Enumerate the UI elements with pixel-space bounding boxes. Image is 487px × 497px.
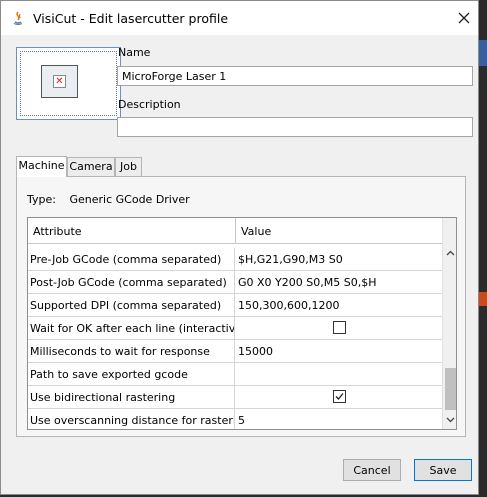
save-button[interactable]: Save (414, 459, 472, 481)
attribute-cell: Wait for OK after each line (interactive… (28, 317, 235, 339)
name-field[interactable]: MicroForge Laser 1 (117, 66, 473, 86)
close-button[interactable] (449, 5, 479, 31)
table-body: Pre-Job GCode (comma separated) $H,G21,G… (28, 248, 442, 429)
column-header-attribute[interactable]: Attribute (33, 225, 82, 238)
attribute-cell: Pre-Job GCode (comma separated) (28, 248, 235, 270)
column-divider (235, 218, 236, 244)
table-row[interactable]: Pre-Job GCode (comma separated) $H,G21,G… (28, 248, 442, 271)
value-cell[interactable]: 5 (236, 409, 442, 429)
attribute-cell: Use overscanning distance for rastering (28, 409, 235, 429)
table-row[interactable]: Supported DPI (comma separated) 150,300,… (28, 294, 442, 317)
type-label: Type: (27, 193, 56, 206)
dialog-content: ✕ Name MicroForge Laser 1 Description Ma… (1, 35, 478, 494)
name-label: Name (118, 46, 151, 59)
tab-camera[interactable]: Camera (67, 157, 115, 176)
value-cell (236, 317, 442, 339)
tab-machine[interactable]: Machine (16, 156, 67, 177)
table-row[interactable]: Post-Job GCode (comma separated) G0 X0 Y… (28, 271, 442, 294)
value-cell[interactable]: $H,G21,G90,M3 S0 (236, 248, 442, 270)
tab-job[interactable]: Job (115, 157, 142, 176)
attribute-cell: Path to save exported gcode (28, 363, 235, 385)
attribute-cell: Post-Job GCode (comma separated) (28, 271, 235, 293)
type-value: Generic GCode Driver (69, 193, 190, 206)
attribute-cell: Supported DPI (comma separated) (28, 294, 235, 316)
driver-type-row: Type: Generic GCode Driver (27, 193, 200, 206)
window-title: VisiCut - Edit lasercutter profile (33, 11, 229, 26)
scrollbar-thumb[interactable] (445, 368, 456, 410)
thumbnail-image-frame: ✕ (41, 65, 78, 98)
background-window-strip (479, 0, 487, 497)
value-cell[interactable]: 15000 (236, 340, 442, 362)
value-cell[interactable]: G0 X0 Y200 S0,M5 S0,$H (236, 271, 442, 293)
edit-profile-dialog: VisiCut - Edit lasercutter profile ✕ Nam… (0, 0, 479, 495)
profile-thumbnail[interactable]: ✕ (16, 47, 121, 120)
thumbnail-focus-ring: ✕ (20, 51, 117, 116)
table-row[interactable]: Use bidirectional rastering (28, 386, 442, 409)
bidirectional-rastering-checkbox[interactable] (333, 390, 346, 403)
title-bar: VisiCut - Edit lasercutter profile (1, 1, 478, 35)
checkmark-icon (335, 393, 344, 400)
machine-tab-panel: Type: Generic GCode Driver Attribute Val… (16, 176, 466, 437)
value-cell (236, 386, 442, 408)
value-cell[interactable] (236, 363, 442, 385)
scroll-up-arrow-icon[interactable] (445, 248, 456, 259)
background-window-accent-2 (479, 292, 487, 306)
wait-for-ok-checkbox[interactable] (333, 321, 346, 334)
table-row[interactable]: Path to save exported gcode (28, 363, 442, 386)
column-header-value[interactable]: Value (241, 225, 271, 238)
table-row[interactable]: Wait for OK after each line (interactive… (28, 317, 442, 340)
description-field[interactable] (117, 117, 473, 137)
table-scrollbar[interactable] (442, 218, 456, 429)
close-icon (458, 12, 470, 24)
table-row[interactable]: Use overscanning distance for rastering … (28, 409, 442, 429)
background-window-accent (479, 40, 487, 66)
properties-table: Attribute Value Pre-Job GCode (comma sep… (27, 217, 457, 430)
table-row[interactable]: Milliseconds to wait for response 15000 (28, 340, 442, 363)
broken-image-icon: ✕ (53, 75, 66, 88)
cancel-button[interactable]: Cancel (343, 459, 401, 481)
value-cell[interactable]: 150,300,600,1200 (236, 294, 442, 316)
java-icon (13, 11, 23, 26)
table-header: Attribute Value (28, 218, 442, 244)
scroll-down-arrow-icon[interactable] (445, 414, 456, 425)
attribute-cell: Use bidirectional rastering (28, 386, 235, 408)
description-label: Description (118, 98, 181, 111)
attribute-cell: Milliseconds to wait for response (28, 340, 235, 362)
